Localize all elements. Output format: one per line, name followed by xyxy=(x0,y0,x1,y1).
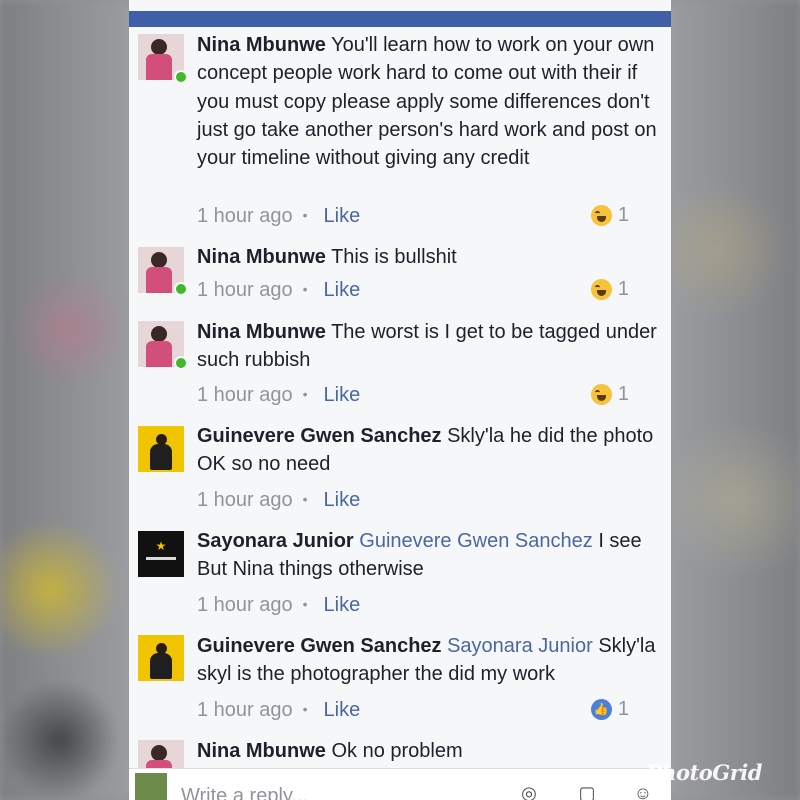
comment-meta: 1 hour ago • Like xyxy=(197,591,657,617)
comment-mention[interactable]: Guinevere Gwen Sanchez xyxy=(359,530,592,552)
avatar[interactable] xyxy=(138,635,184,681)
like-button[interactable]: Like xyxy=(324,594,361,616)
haha-emoji-icon xyxy=(590,278,612,300)
avatar[interactable] xyxy=(138,426,184,472)
gif-icon[interactable]: ▢ xyxy=(575,783,599,800)
comment-meta: 1 hour ago • Like 1 xyxy=(197,381,657,407)
comment-author[interactable]: Guinevere Gwen Sanchez xyxy=(197,635,442,657)
comment-author[interactable]: Sayonara Junior xyxy=(197,530,354,552)
reaction-summary[interactable]: 1 xyxy=(590,204,629,226)
comment-text: Nina Mbunwe Ok no problem xyxy=(197,737,657,765)
avatar[interactable] xyxy=(138,740,184,768)
haha-emoji-icon xyxy=(590,204,612,226)
my-avatar xyxy=(135,773,167,800)
separator-dot: • xyxy=(302,596,308,612)
comment-author[interactable]: Nina Mbunwe xyxy=(197,321,326,343)
comment-meta: 1 hour ago • Like 👍 1 xyxy=(197,696,657,722)
comment-text: Nina Mbunwe This is bullshit xyxy=(197,243,657,271)
comment-text: Nina Mbunwe The worst is I get to be tag… xyxy=(197,318,657,375)
reply-input[interactable]: Write a reply... xyxy=(181,785,308,800)
haha-emoji-icon xyxy=(590,383,612,405)
like-button[interactable]: Like xyxy=(324,489,361,511)
comment-meta: 1 hour ago • Like xyxy=(197,486,657,512)
comment-text: Guinevere Gwen Sanchez Sayonara Junior S… xyxy=(197,632,657,689)
like-button[interactable]: Like xyxy=(324,384,361,406)
comment-body: Ok no problem xyxy=(331,740,463,762)
comment-time[interactable]: 1 hour ago xyxy=(197,699,293,721)
reaction-summary[interactable]: 1 xyxy=(590,278,629,300)
like-button[interactable]: Like xyxy=(324,699,361,721)
comment-time[interactable]: 1 hour ago xyxy=(197,205,293,227)
online-indicator xyxy=(174,70,188,84)
like-button[interactable]: Like xyxy=(324,205,361,227)
like-reaction-icon: 👍 xyxy=(590,698,612,720)
comment-time[interactable]: 1 hour ago xyxy=(197,489,293,511)
like-button[interactable]: Like xyxy=(324,279,361,301)
separator-dot: • xyxy=(302,491,308,507)
comment-time[interactable]: 1 hour ago xyxy=(197,384,293,406)
phone-screen: Nina Mbunwe You'll learn how to work on … xyxy=(129,0,671,800)
camera-icon[interactable]: ◎ xyxy=(517,783,541,800)
reaction-count: 1 xyxy=(617,383,629,405)
separator-dot: • xyxy=(302,281,308,297)
comment-author[interactable]: Nina Mbunwe xyxy=(197,34,326,56)
reaction-count: 1 xyxy=(617,698,629,720)
comment-meta: 1 hour ago • Like 1 xyxy=(197,276,657,302)
reply-bar: Write a reply... ◎ ▢ ☺ xyxy=(129,768,671,800)
emoji-icon[interactable]: ☺ xyxy=(631,783,655,800)
separator-dot: • xyxy=(302,701,308,717)
separator-dot: • xyxy=(302,207,308,223)
reaction-summary[interactable]: 👍 1 xyxy=(590,698,629,720)
status-strip xyxy=(129,0,671,11)
comment-body: This is bullshit xyxy=(331,246,457,268)
online-indicator xyxy=(174,282,188,296)
comment-meta: 1 hour ago • Like 1 xyxy=(197,202,657,228)
comment-text: Guinevere Gwen Sanchez Skly'la he did th… xyxy=(197,422,657,479)
comment-time[interactable]: 1 hour ago xyxy=(197,594,293,616)
comment-text: Sayonara Junior Guinevere Gwen Sanchez I… xyxy=(197,527,657,584)
comment-mention[interactable]: Sayonara Junior xyxy=(447,635,593,657)
comment-author[interactable]: Guinevere Gwen Sanchez xyxy=(197,425,442,447)
online-indicator xyxy=(174,356,188,370)
avatar[interactable]: ★ xyxy=(138,531,184,577)
comment-time[interactable]: 1 hour ago xyxy=(197,279,293,301)
comment-text: Nina Mbunwe You'll learn how to work on … xyxy=(197,31,657,172)
comment-author[interactable]: Nina Mbunwe xyxy=(197,740,326,762)
reaction-count: 1 xyxy=(617,204,629,226)
separator-dot: • xyxy=(302,386,308,402)
photogrid-watermark: PhotoGrid xyxy=(646,760,762,785)
reaction-summary[interactable]: 1 xyxy=(590,383,629,405)
comment-author[interactable]: Nina Mbunwe xyxy=(197,246,326,268)
reaction-count: 1 xyxy=(617,278,629,300)
